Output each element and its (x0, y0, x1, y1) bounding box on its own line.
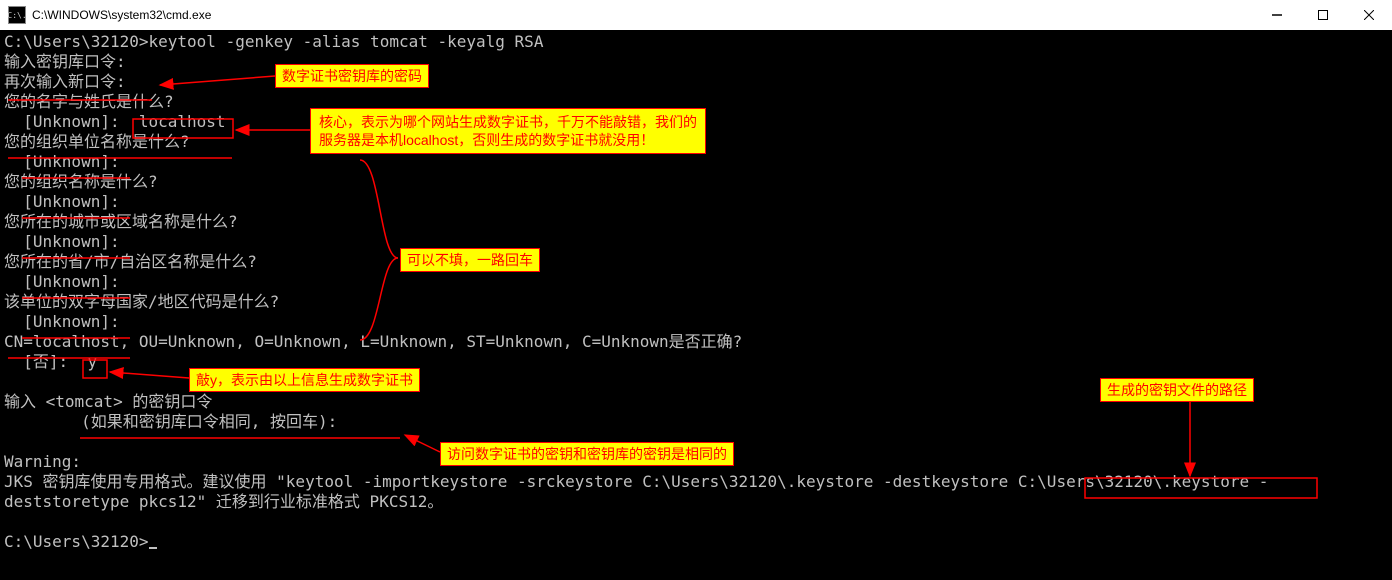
annotation-box: 敲y，表示由以上信息生成数字证书 (189, 368, 420, 392)
input-localhost: localhost (139, 112, 226, 131)
close-button[interactable] (1346, 0, 1392, 30)
t-line: 您所在的城市或区域名称是什么? (4, 212, 238, 231)
annotation-box: 核心，表示为哪个网站生成数字证书，千万不能敲错，我们的 服务器是本机localh… (310, 108, 706, 154)
minimize-button[interactable] (1254, 0, 1300, 30)
t-line: (如果和密钥库口令相同, 按回车): (4, 412, 337, 431)
window-controls (1254, 0, 1392, 30)
t-line: [Unknown]: (4, 192, 120, 211)
t-line: 您所在的省/市/自治区名称是什么? (4, 252, 257, 271)
annotation-text: 数字证书密钥库的密码 (282, 68, 422, 84)
t-line: 输入密钥库口令: (4, 52, 126, 71)
annotation-box: 生成的密钥文件的路径 (1100, 378, 1254, 402)
t-line: 该单位的双字母国家/地区代码是什么? (4, 292, 279, 311)
t-line: [Unknown]: (4, 272, 120, 291)
input-y: y (87, 352, 97, 371)
t-line: 您的组织单位名称是什么? (4, 132, 190, 151)
t-line: JKS 密钥库使用专用格式。建议使用 "keytool -importkeyst… (4, 472, 1018, 491)
annotation-text: 敲y，表示由以上信息生成数字证书 (196, 372, 413, 388)
t-line: [否]: (4, 352, 87, 371)
t-line: 输入 <tomcat> 的密钥口令 (4, 392, 212, 411)
t-line: 您的名字与姓氏是什么? (4, 92, 174, 111)
annotation-text: 访问数字证书的密钥和密钥库的密钥是相同的 (447, 446, 727, 462)
command-input: keytool -genkey -alias tomcat -keyalg RS… (149, 32, 544, 51)
annotation-text: 核心，表示为哪个网站生成数字证书，千万不能敲错，我们的 (319, 113, 697, 131)
annotation-text: 服务器是本机localhost，否则生成的数字证书就没用！ (319, 131, 697, 149)
cursor (149, 547, 157, 549)
annotation-text: 生成的密钥文件的路径 (1107, 382, 1247, 398)
t-line: [Unknown]: (4, 232, 120, 251)
prompt: C:\Users\32120> (4, 32, 149, 51)
keystore-path: C:\Users\32120\.keystore (1018, 472, 1249, 491)
prompt: C:\Users\32120> (4, 532, 149, 551)
t-line: [Unknown]: (4, 312, 120, 331)
maximize-button[interactable] (1300, 0, 1346, 30)
t-line: 您的组织名称是什么? (4, 172, 158, 191)
t-line: CN=localhost, OU=Unknown, O=Unknown, L=U… (4, 332, 742, 351)
t-line: 再次输入新口令: (4, 72, 126, 91)
t-line: [Unknown]: (4, 112, 139, 131)
t-line: - (1249, 472, 1268, 491)
titlebar[interactable]: C:\. C:\WINDOWS\system32\cmd.exe (0, 0, 1392, 31)
t-line: [Unknown]: (4, 152, 120, 171)
annotation-box: 数字证书密钥库的密码 (275, 64, 429, 88)
annotation-box: 可以不填，一路回车 (400, 248, 540, 272)
annotation-box: 访问数字证书的密钥和密钥库的密钥是相同的 (440, 442, 734, 466)
window-title: C:\WINDOWS\system32\cmd.exe (32, 8, 211, 22)
cmd-window: C:\. C:\WINDOWS\system32\cmd.exe C:\User… (0, 0, 1392, 580)
cmd-icon-text: C:\. (7, 11, 26, 20)
annotation-text: 可以不填，一路回车 (407, 252, 533, 268)
t-line: Warning: (4, 452, 81, 471)
cmd-icon: C:\. (8, 6, 26, 24)
t-line: deststoretype pkcs12" 迁移到行业标准格式 PKCS12。 (4, 492, 443, 511)
